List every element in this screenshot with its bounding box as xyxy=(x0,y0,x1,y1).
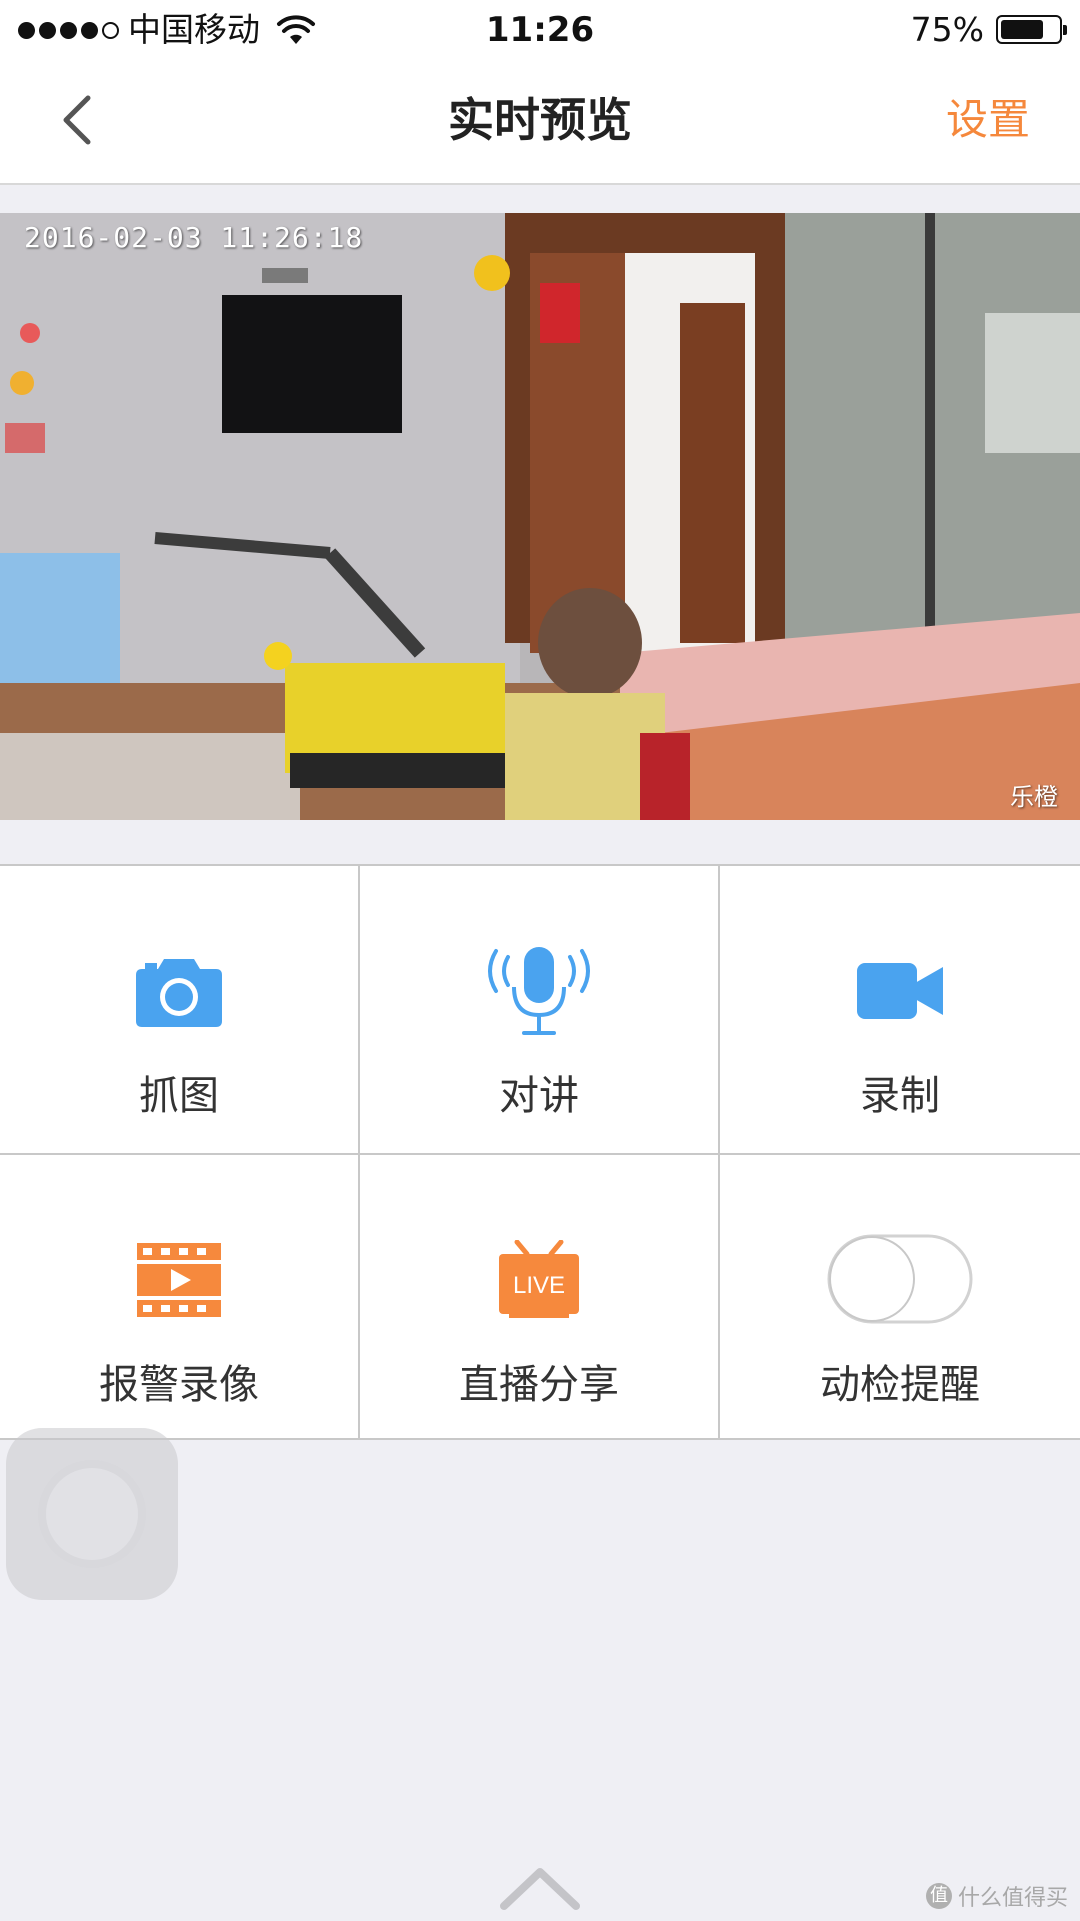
motion-detection-toggle[interactable] xyxy=(827,1234,973,1326)
video-frame-image xyxy=(0,213,1080,820)
record-button[interactable]: 录制 xyxy=(720,866,1080,1153)
motion-detection-cell: 动检提醒 xyxy=(720,1153,1080,1440)
intercom-button[interactable]: 对讲 xyxy=(360,866,720,1153)
live-video-preview[interactable]: 2016-02-03 11:26:18 乐橙 xyxy=(0,213,1080,820)
page-title: 实时预览 xyxy=(448,93,632,147)
capture-label: 抓图 xyxy=(139,1073,219,1119)
capture-button[interactable]: 抓图 xyxy=(0,866,360,1153)
video-camera-icon xyxy=(857,963,943,1019)
live-share-button[interactable]: LIVE 直播分享 xyxy=(360,1153,720,1440)
battery-percent: 75% xyxy=(910,10,984,49)
settings-button[interactable]: 设置 xyxy=(946,90,1030,150)
site-watermark: 值 什么值得买 xyxy=(925,1880,1068,1912)
motion-detection-label: 动检提醒 xyxy=(820,1362,980,1408)
chevron-up-icon[interactable] xyxy=(498,1862,582,1912)
intercom-label: 对讲 xyxy=(499,1073,579,1119)
site-logo-icon: 值 xyxy=(925,1883,952,1909)
video-watermark: 乐橙 xyxy=(1010,783,1058,811)
camera-icon xyxy=(136,959,222,1027)
assistive-touch-button[interactable] xyxy=(6,1428,178,1600)
film-play-icon xyxy=(137,1243,221,1317)
control-grid: 抓图 对讲 录制 报警录像 LIVE 直播分享 动检提醒 xyxy=(0,864,1080,1440)
alarm-recording-button[interactable]: 报警录像 xyxy=(0,1153,360,1440)
live-share-label: 直播分享 xyxy=(459,1362,619,1408)
microphone-icon xyxy=(488,947,590,1035)
video-timestamp: 2016-02-03 11:26:18 xyxy=(24,221,364,254)
navigation-bar: 实时预览 设置 xyxy=(0,60,1080,185)
svg-text:LIVE: LIVE xyxy=(513,1272,565,1299)
alarm-recording-label: 报警录像 xyxy=(99,1362,259,1408)
record-label: 录制 xyxy=(860,1073,940,1119)
battery-icon xyxy=(996,15,1067,44)
back-chevron-icon[interactable] xyxy=(50,90,110,150)
live-tv-icon: LIVE xyxy=(499,1240,579,1318)
status-bar: 中国移动 11:26 75% xyxy=(0,0,1080,60)
